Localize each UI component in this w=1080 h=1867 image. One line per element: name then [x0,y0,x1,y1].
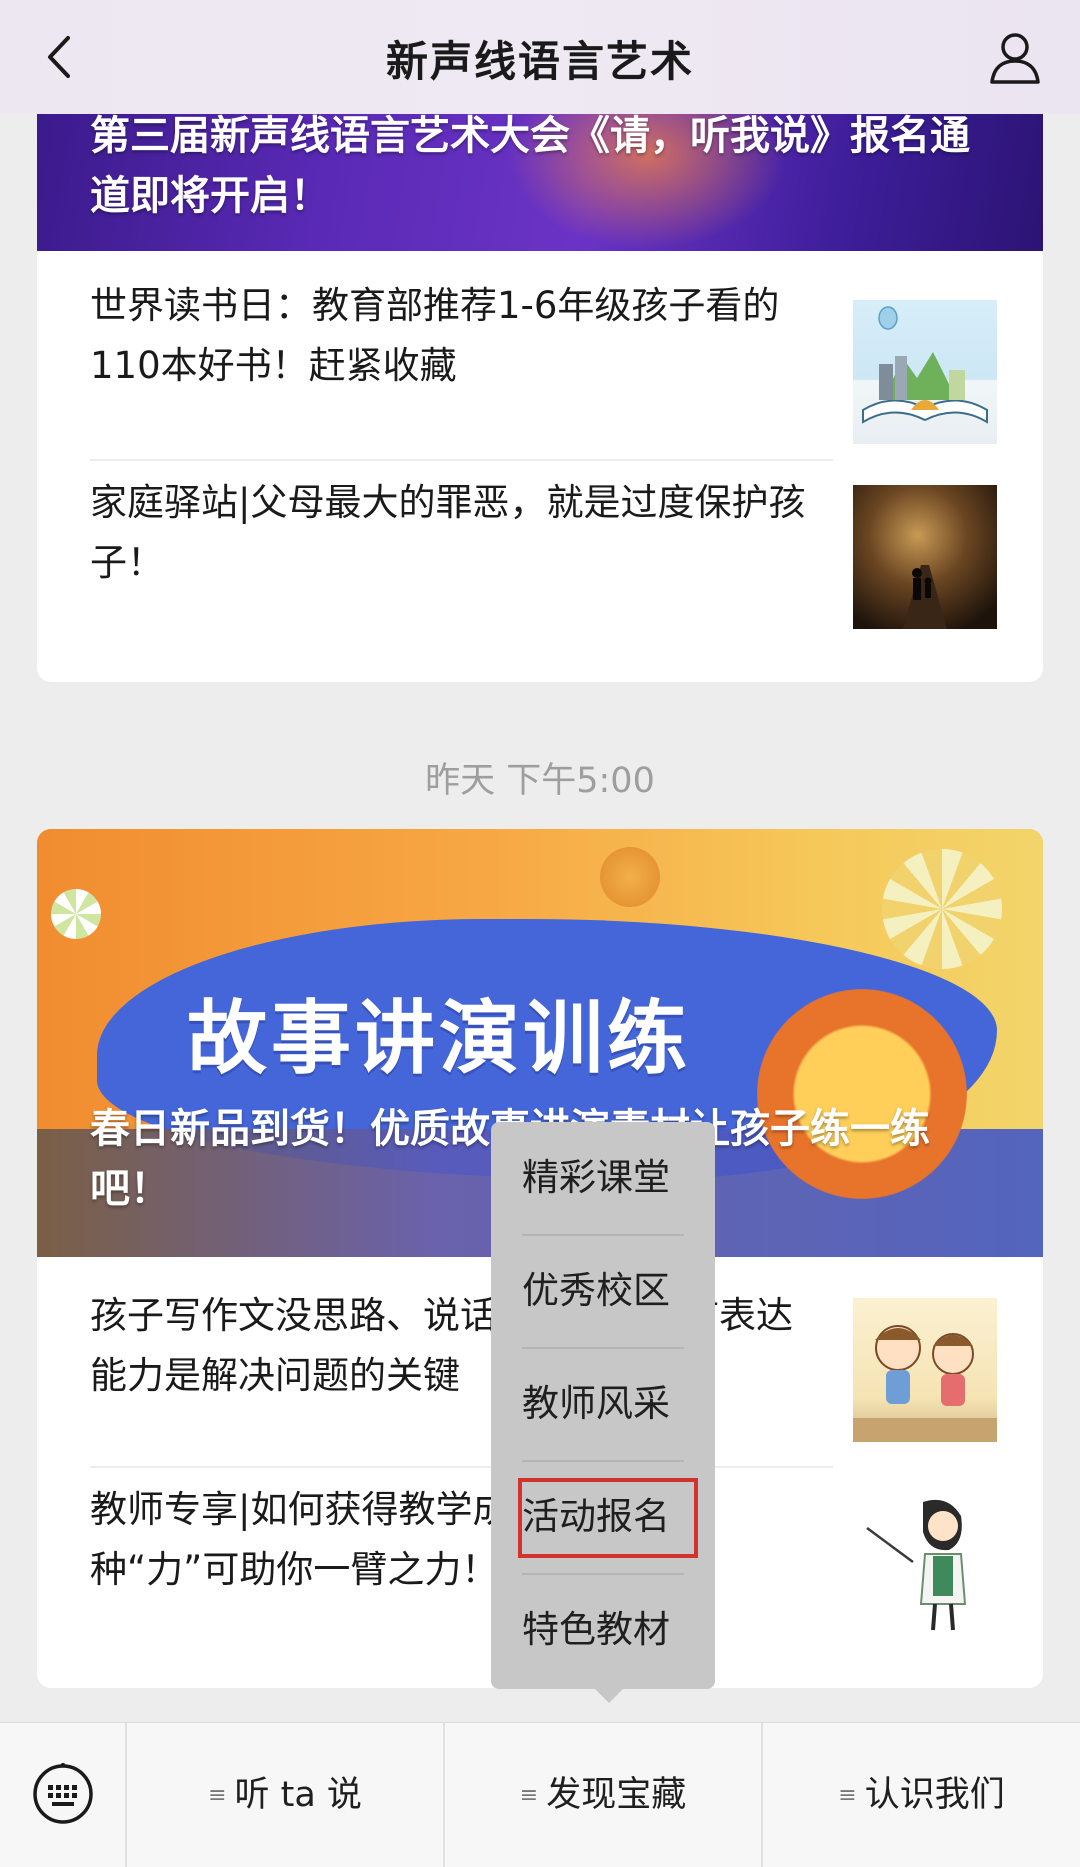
tab-label: 听 ta 说 [234,1775,362,1815]
cover-article-title: 第三届新声线语言艺术大会《请，听我说》报名通道即将开启！ [90,113,970,219]
article-thumbnail [853,485,997,629]
menu-lines-icon: ≡ [519,1783,539,1808]
keyboard-icon[interactable] [32,1763,94,1825]
book-illustration-icon [862,306,988,424]
article-thumbnail [853,1492,997,1636]
article-title: 家庭驿站|父母最大的罪恶，就是过度保护孩子！ [90,481,806,584]
teacher-illustration-icon [866,1499,967,1631]
menu-item-excellent-campuses[interactable]: 优秀校区 [491,1235,715,1347]
banner-big-text: 故事讲演训练 [187,992,691,1085]
menu-lines-icon: ≡ [838,1783,857,1808]
article-title: 世界读书日：教育部推荐1-6年级孩子看的110本好书！赶紧收藏 [90,284,780,387]
candy-decoration [51,889,101,939]
top-bar: 新声线语言艺术 [0,0,1080,114]
highlight-box [518,1478,698,1558]
cookie-decoration [600,847,660,907]
divider [90,459,833,461]
page-title: 新声线语言艺术 [385,37,694,86]
article-thumbnail [853,300,997,444]
menu-item-featured-classes[interactable]: 精彩课堂 [491,1122,715,1234]
article-thumbnail [853,1298,997,1442]
tab-discover-treasures[interactable]: ≡ 发现宝藏 [445,1723,761,1867]
menu-lines-icon: ≡ [208,1783,227,1808]
silhouette-illustration-icon [903,565,947,629]
tab-listen-ta-says[interactable]: ≡ 听 ta 说 [127,1723,443,1867]
user-icon[interactable] [988,30,1042,84]
menu-item-special-materials[interactable]: 特色教材 [491,1574,715,1686]
menu-item-teacher-showcase[interactable]: 教师风采 [491,1348,715,1460]
bottom-menu-bar: ≡ 听 ta 说 ≡ 发现宝藏 ≡ 认识我们 [0,1722,1080,1867]
tab-about-us[interactable]: ≡ 认识我们 [763,1723,1080,1867]
tab-label: 认识我们 [864,1775,1005,1815]
article-group-card: 第三届新声线语言艺术大会《请，听我说》报名通道即将开启！ 世界读书日：教育部推荐… [37,70,1043,682]
timestamp: 昨天 下午5:00 [425,761,655,801]
kids-illustration-icon [853,1325,997,1442]
candy-decoration [882,849,1002,969]
tab-label: 发现宝藏 [546,1775,687,1815]
submenu-popup: 精彩课堂 优秀校区 教师风采 活动报名 特色教材 [491,1122,715,1703]
divider [90,1466,833,1468]
